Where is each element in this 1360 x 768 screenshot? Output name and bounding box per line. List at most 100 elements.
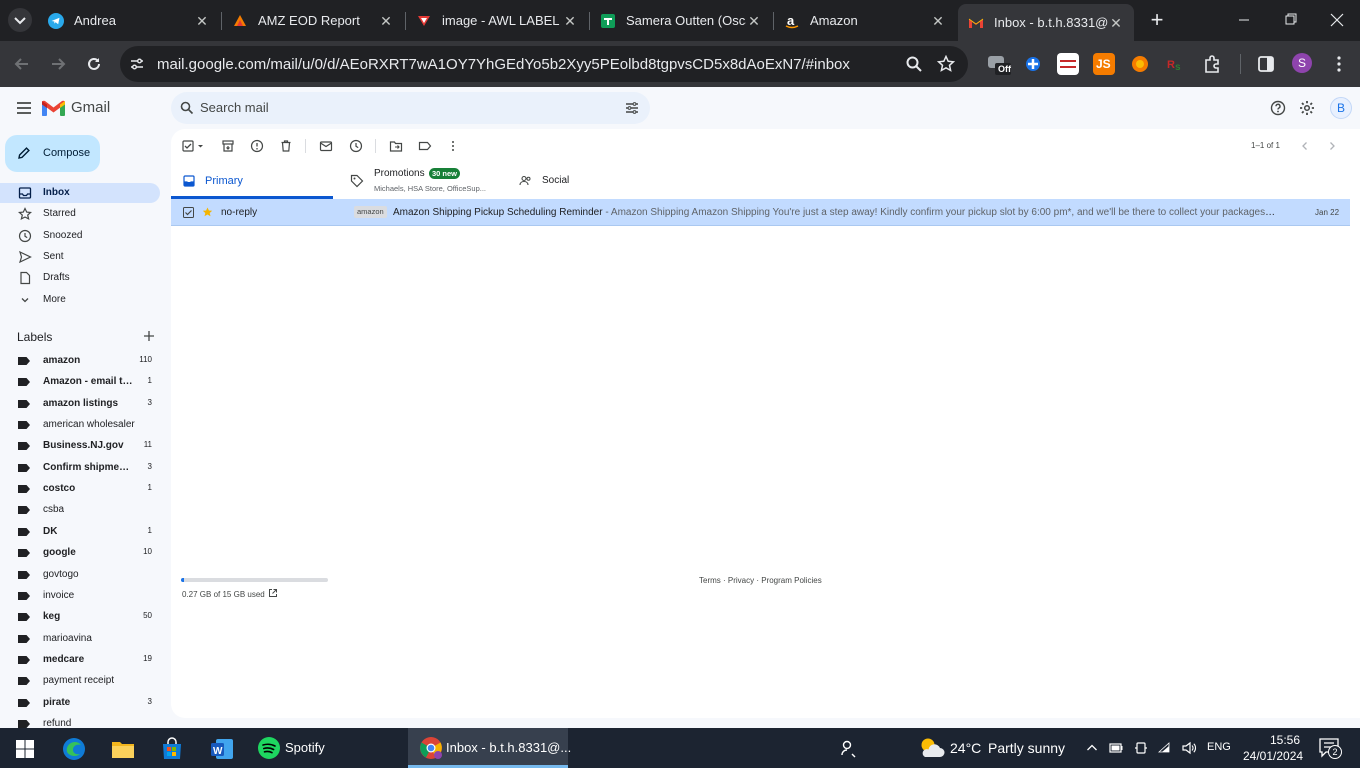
language-indicator[interactable]: ENG	[1207, 741, 1231, 753]
tab-search-button[interactable]	[8, 8, 32, 32]
label-item[interactable]: amazon listings 3	[0, 394, 160, 414]
label-item[interactable]: google 10	[0, 543, 160, 563]
nav-item-starred[interactable]: Starred	[0, 204, 160, 224]
search-bar[interactable]: Search mail	[171, 92, 650, 124]
browser-tab-awl-label[interactable]: image - AWL LABEL ✕	[406, 0, 588, 41]
browser-menu-icon[interactable]	[1328, 53, 1350, 75]
label-item[interactable]: pirate 3	[0, 693, 160, 713]
browser-tab-andrea[interactable]: Andrea ✕	[38, 0, 220, 41]
label-item[interactable]: csba	[0, 500, 160, 520]
battery-icon[interactable]	[1108, 740, 1124, 756]
search-options-icon[interactable]	[625, 101, 639, 115]
notification-center[interactable]: 2	[1318, 737, 1342, 759]
taskbar-chrome-window[interactable]: Inbox - b.t.h.8331@...	[408, 728, 571, 768]
label-item[interactable]: Confirm shipment ... 3	[0, 458, 160, 478]
close-icon[interactable]: ✕	[562, 13, 578, 29]
tab-social[interactable]: Social	[503, 164, 673, 199]
chevron-right-icon[interactable]	[1325, 139, 1339, 153]
gmail-logo[interactable]: Gmail	[42, 98, 122, 120]
nav-item-sent[interactable]: Sent	[0, 247, 160, 267]
extension-orange-circle-icon[interactable]	[1129, 53, 1151, 75]
browser-tab-gmail-inbox[interactable]: Inbox - b.t.h.8331@g ✕	[958, 4, 1134, 41]
clock[interactable]: 15:56 24/01/2024	[1240, 730, 1315, 766]
search-input[interactable]: Search mail	[200, 100, 269, 115]
chevron-left-icon[interactable]	[1298, 139, 1312, 153]
extension-off-icon[interactable]: Off	[987, 53, 1011, 75]
extension-rs-icon[interactable]: Rs	[1165, 53, 1187, 75]
file-explorer-icon[interactable]	[110, 736, 136, 762]
volume-icon[interactable]	[1181, 740, 1197, 756]
extension-js-icon[interactable]: JS	[1093, 53, 1115, 75]
nav-item-drafts[interactable]: Drafts	[0, 268, 160, 288]
chevron-up-icon[interactable]	[1085, 741, 1099, 755]
tab-primary[interactable]: Primary	[171, 164, 333, 199]
label-item[interactable]: amazon 110	[0, 351, 160, 371]
microsoft-store-icon[interactable]	[159, 736, 185, 762]
report-spam-icon[interactable]	[250, 139, 264, 153]
tab-promotions[interactable]: Promotions 30 new Michaels, HSA Store, O…	[333, 164, 503, 199]
bookmark-star-icon[interactable]	[937, 55, 955, 73]
windows-start-icon[interactable]	[12, 736, 38, 762]
search-people-icon[interactable]	[837, 736, 861, 760]
label-item[interactable]: keg 50	[0, 607, 160, 627]
row-checkbox[interactable]	[183, 207, 194, 218]
edge-browser-icon[interactable]	[61, 736, 87, 762]
search-icon[interactable]	[180, 101, 194, 115]
minimize-button[interactable]	[1234, 12, 1254, 28]
extensions-puzzle-icon[interactable]	[1201, 53, 1223, 75]
taskbar-spotify[interactable]: Spotify	[250, 728, 378, 768]
nav-item-more[interactable]: More	[0, 290, 160, 310]
new-tab-button[interactable]: +	[1145, 8, 1169, 32]
zoom-icon[interactable]	[905, 55, 923, 73]
external-link-icon[interactable]	[268, 588, 278, 598]
browser-tab-amz-eod-report[interactable]: AMZ EOD Report ✕	[222, 0, 404, 41]
label-item[interactable]: medcare 19	[0, 650, 160, 670]
reload-button[interactable]	[81, 51, 107, 77]
email-row[interactable]: no-reply amazon Amazon Shipping Pickup S…	[171, 199, 1350, 226]
extension-puzzle-blue-icon[interactable]	[1022, 53, 1044, 75]
label-item[interactable]: govtogo	[0, 565, 160, 585]
label-icon[interactable]	[418, 139, 432, 153]
main-menu-button[interactable]	[14, 98, 34, 118]
email-label-tag[interactable]: amazon	[354, 206, 387, 218]
terms-link[interactable]: Terms	[699, 576, 721, 585]
label-item[interactable]: Business.NJ.gov 11	[0, 436, 160, 456]
label-item[interactable]: american wholesaler	[0, 415, 160, 435]
label-item[interactable]: costco 1	[0, 479, 160, 499]
browser-tab-samera-outten[interactable]: Samera Outten (Osca ✕	[590, 0, 772, 41]
network-adapter-icon[interactable]	[1133, 740, 1149, 756]
browser-tab-amazon[interactable]: a Amazon ✕	[774, 0, 956, 41]
archive-icon[interactable]	[221, 139, 235, 153]
close-icon[interactable]: ✕	[1108, 15, 1124, 31]
support-button[interactable]	[1270, 100, 1286, 116]
label-item[interactable]: payment receipt	[0, 671, 160, 691]
close-icon[interactable]: ✕	[194, 13, 210, 29]
label-item[interactable]: marioavina	[0, 629, 160, 649]
wifi-icon[interactable]	[1157, 740, 1173, 756]
address-bar[interactable]: mail.google.com/mail/u/0/d/AEoRXRT7wA1OY…	[120, 46, 968, 82]
label-item[interactable]: invoice	[0, 586, 160, 606]
snooze-icon[interactable]	[349, 139, 363, 153]
site-settings-icon[interactable]	[129, 56, 145, 72]
move-to-icon[interactable]	[389, 139, 403, 153]
extension-logo-icon[interactable]	[1057, 53, 1079, 75]
microsoft-word-icon[interactable]: W	[209, 736, 235, 762]
star-icon[interactable]	[202, 207, 213, 218]
create-label-button[interactable]	[141, 328, 157, 344]
more-vertical-icon[interactable]	[446, 139, 460, 153]
close-icon[interactable]: ✕	[746, 13, 762, 29]
privacy-link[interactable]: Privacy	[728, 576, 754, 585]
window-close-button[interactable]	[1327, 12, 1347, 28]
compose-button[interactable]: Compose	[5, 135, 100, 172]
weather-widget[interactable]: 24°C Partly sunny	[914, 728, 1074, 768]
close-icon[interactable]: ✕	[930, 13, 946, 29]
restore-button[interactable]	[1281, 12, 1301, 28]
close-icon[interactable]: ✕	[378, 13, 394, 29]
program-policies-link[interactable]: Program Policies	[761, 576, 821, 585]
label-item[interactable]: Amazon - email to ... 1	[0, 372, 160, 392]
mark-as-read-icon[interactable]	[319, 139, 333, 153]
forward-button[interactable]	[45, 51, 71, 77]
account-avatar[interactable]: B	[1330, 97, 1352, 119]
settings-button[interactable]	[1299, 100, 1315, 116]
back-button[interactable]	[9, 51, 35, 77]
